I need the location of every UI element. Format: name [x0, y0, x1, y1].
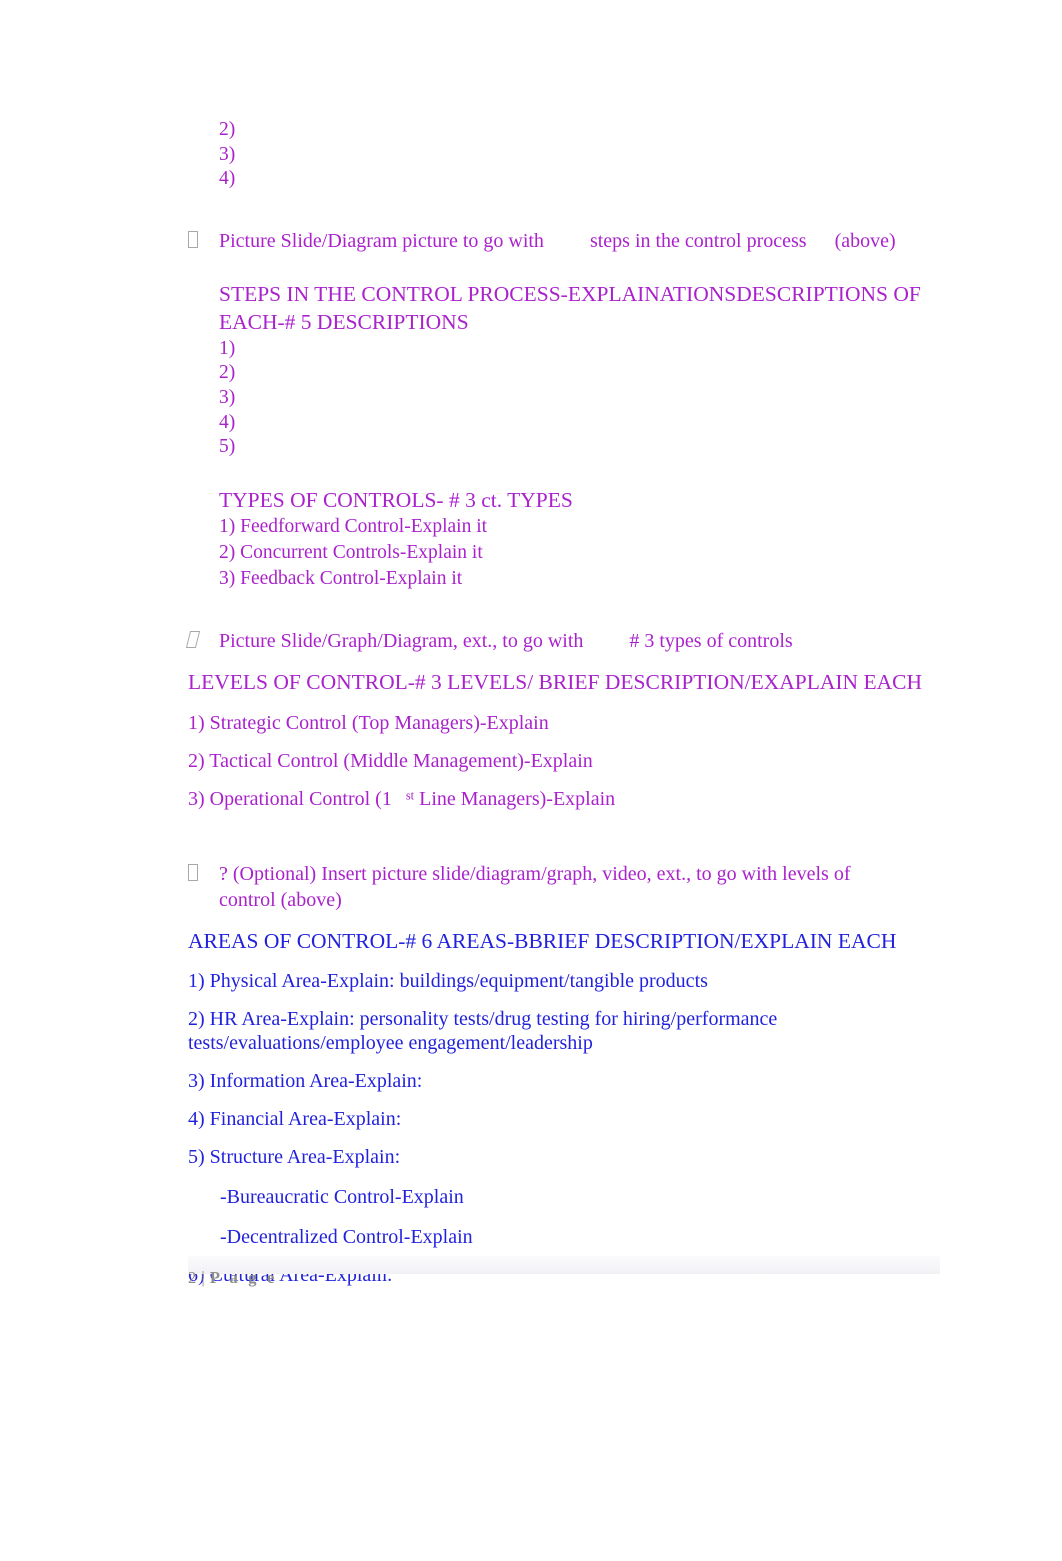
levels-heading: LEVELS OF CONTROL-# 3 LEVELS/ BRIEF DESC… [188, 670, 922, 695]
areas-item-2-line-2: tests/evaluations/employee engagement/le… [188, 1032, 593, 1055]
steps-heading-line-1: STEPS IN THE CONTROL PROCESS-EXPLAINATIO… [219, 281, 921, 306]
bullet-text-a: Picture Slide/Diagram picture to go with [219, 229, 544, 252]
list-item: 5) [219, 436, 236, 458]
bullet-text-a: Picture Slide/Graph/Diagram, ext., to go… [219, 630, 584, 653]
bullet-optional-line-1: ? (Optional) Insert picture slide/diagra… [219, 862, 851, 885]
bullet-picture-steps: Picture Slide/Diagram picture to go with… [188, 228, 948, 254]
tofu-box-bullet-icon [188, 228, 201, 254]
areas-heading: AREAS OF CONTROL-# 6 AREAS-BBRIEF DESCRI… [188, 928, 897, 953]
levels-item-1: 1) Strategic Control (Top Managers)-Expl… [188, 711, 549, 734]
top-continuation-list: 2) 3) 4) [188, 118, 948, 192]
levels-section: LEVELS OF CONTROL-# 3 LEVELS/ BRIEF DESC… [188, 668, 948, 811]
levels-item-3-post: Line Managers)-Explain [414, 787, 616, 810]
areas-item-2: 2) HR Area-Explain: personality tests/dr… [188, 1007, 948, 1055]
list-item: 3) [219, 143, 236, 165]
document-page: 2) 3) 4) Picture Slide/Diagram picture t… [0, 0, 1062, 1561]
page-number: 2 | [188, 1268, 210, 1287]
list-item: 2) [219, 362, 236, 384]
page-number-footer: 2 | P a g e [188, 1268, 278, 1288]
list-item: 3) [219, 386, 236, 408]
areas-item-5: 5) Structure Area-Explain: [188, 1146, 401, 1169]
bullet-picture-types: Picture Slide/Graph/Diagram, ext., to go… [185, 628, 948, 654]
tofu-box-bullet-icon [188, 861, 201, 887]
types-heading: TYPES OF CONTROLS- # 3 ct. TYPES [219, 487, 573, 512]
levels-item-3: 3) Operational Control (1 st Line Manager… [188, 787, 948, 811]
list-item: 2) [219, 119, 236, 140]
bullet-optional-insert: ? (Optional) Insert picture slide/diagra… [188, 861, 948, 913]
footer-divider [188, 1256, 940, 1274]
page-word: P a g e [209, 1268, 278, 1287]
areas-item-4: 4) Financial Area-Explain: [188, 1108, 402, 1131]
list-item: 2) Concurrent Controls-Explain it [219, 542, 483, 564]
levels-item-2: 2) Tactical Control (Middle Management)-… [188, 749, 593, 772]
list-item: 4) [219, 411, 236, 433]
steps-heading-line-2: EACH-# 5 DESCRIPTIONS [219, 310, 469, 335]
areas-item-2-line-1: 2) HR Area-Explain: personality tests/dr… [188, 1008, 778, 1031]
areas-section: AREAS OF CONTROL-# 6 AREAS-BBRIEF DESCRI… [188, 927, 948, 1288]
areas-item-5-sub-2: -Decentralized Control-Explain [220, 1226, 473, 1249]
areas-item-3: 3) Information Area-Explain: [188, 1070, 423, 1093]
steps-section: STEPS IN THE CONTROL PROCESS-EXPLAINATIO… [188, 280, 948, 460]
bullet-text-c: (above) [834, 229, 896, 252]
bullet-text-b: steps in the control process [589, 229, 807, 252]
areas-item-5-sub-1: -Bureaucratic Control-Explain [220, 1186, 464, 1209]
levels-item-3-pre: 3) Operational Control (1 [188, 787, 392, 810]
list-item: 1) [219, 337, 236, 359]
types-section: TYPES OF CONTROLS- # 3 ct. TYPES 1) Feed… [188, 486, 948, 593]
list-item: 1) Feedforward Control-Explain it [219, 516, 488, 538]
tofu-box-bullet-italic-icon [185, 628, 201, 654]
bullet-text-b: # 3 types of controls [629, 630, 793, 653]
list-item: 4) [219, 168, 236, 190]
bullet-optional-line-2: control (above) [219, 888, 342, 911]
levels-item-3-superscript: st [405, 788, 415, 803]
list-item: 3) Feedback Control-Explain it [219, 568, 463, 590]
document-body: 2) 3) 4) Picture Slide/Diagram picture t… [185, 118, 948, 1288]
areas-item-1: 1) Physical Area-Explain: buildings/equi… [188, 970, 708, 993]
